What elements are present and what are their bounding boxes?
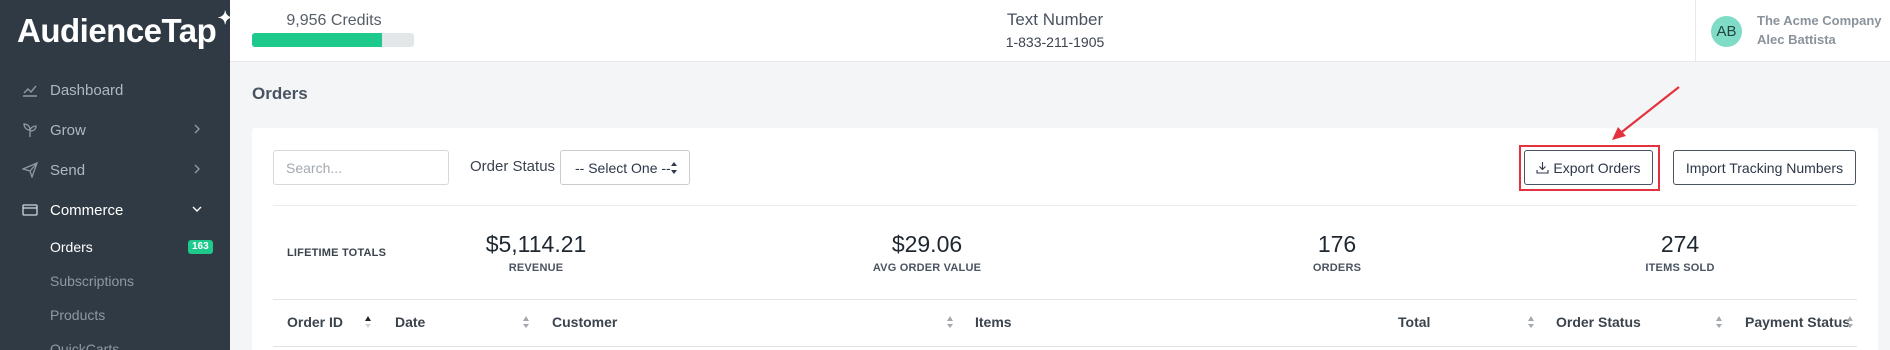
order-status-value: -- Select One -- — [575, 159, 671, 176]
account-menu[interactable]: AB The Acme Company Alec Battista — [1695, 0, 1890, 62]
page-title: Orders — [252, 84, 308, 103]
sidebar-item-label: Grow — [50, 121, 86, 139]
lifetime-totals-label: LIFETIME TOTALS — [287, 247, 387, 259]
stat-revenue: $5,114.21 REVENUE — [436, 231, 636, 274]
account-user: Alec Battista — [1757, 32, 1836, 47]
column-header-date[interactable]: Date — [395, 314, 425, 330]
sort-icon[interactable] — [1846, 315, 1854, 329]
stat-items-sold: 274 ITEMS SOLD — [1580, 231, 1780, 274]
sidebar-item-label: Subscriptions — [50, 273, 135, 289]
credits-progress-bar — [252, 33, 414, 47]
annotation-arrow — [1612, 86, 1680, 140]
sort-icon[interactable] — [946, 315, 954, 329]
orders-count-badge: 163 — [188, 240, 213, 254]
search-input[interactable] — [273, 150, 449, 185]
sidebar-item-dashboard[interactable]: Dashboard — [0, 70, 230, 110]
chevron-down-icon — [192, 206, 202, 212]
sidebar-subitem-orders[interactable]: Orders 163 — [0, 230, 230, 264]
sidebar-nav: Dashboard Grow Send Commerce Orders 163 … — [0, 70, 230, 350]
credits-widget[interactable]: 9,956 Credits — [252, 12, 416, 47]
column-header-total[interactable]: Total — [1398, 314, 1430, 330]
sort-ascending-icon[interactable] — [364, 315, 372, 329]
credits-progress-fill — [252, 33, 382, 47]
sidebar-item-label: Products — [50, 307, 106, 323]
sort-icon[interactable] — [1715, 315, 1723, 329]
divider — [273, 299, 1857, 300]
sidebar-item-label: Send — [50, 161, 86, 179]
import-tracking-button[interactable]: Import Tracking Numbers — [1673, 150, 1856, 185]
column-header-payment-status[interactable]: Payment Status — [1745, 314, 1850, 330]
column-header-order-status[interactable]: Order Status — [1556, 314, 1641, 330]
sort-icon[interactable] — [522, 315, 530, 329]
sidebar-item-label: Commerce — [50, 201, 124, 219]
stat-value: 274 — [1660, 231, 1700, 257]
column-header-order-id[interactable]: Order ID — [287, 314, 343, 330]
sidebar: AudienceTap ✦ Dashboard Grow Send Commerc… — [0, 0, 233, 350]
text-number-label: Text Number — [1006, 10, 1104, 29]
chevron-right-icon — [194, 164, 200, 174]
table-header-border — [273, 346, 1857, 347]
app-logo[interactable]: AudienceTap ✦ — [17, 8, 233, 50]
text-number-value: 1-833-211-1905 — [1005, 34, 1105, 50]
sidebar-item-send[interactable]: Send — [0, 150, 230, 190]
download-icon — [1536, 162, 1549, 174]
card-icon — [22, 204, 38, 216]
sprout-icon — [23, 123, 37, 137]
stat-label: ORDERS — [1312, 262, 1362, 274]
stat-label: ITEMS SOLD — [1645, 262, 1715, 274]
sidebar-item-commerce[interactable]: Commerce — [0, 190, 230, 230]
credits-text: 9,956 Credits — [286, 12, 382, 29]
text-number-block: Text Number 1-833-211-1905 — [960, 10, 1150, 50]
account-company: The Acme Company — [1757, 13, 1882, 28]
sidebar-item-label: Dashboard — [50, 81, 124, 99]
stat-value: $29.06 — [891, 231, 963, 257]
top-bar: 9,956 Credits Text Number 1-833-211-1905… — [230, 0, 1890, 62]
avatar: AB — [1711, 16, 1742, 47]
import-tracking-label: Import Tracking Numbers — [1685, 159, 1844, 176]
stat-label: REVENUE — [508, 262, 564, 274]
stat-value: 176 — [1317, 231, 1357, 257]
sidebar-item-label: QuickCarts — [50, 341, 120, 350]
sidebar-subitem-quickcarts[interactable]: QuickCarts — [0, 332, 230, 350]
stat-label: AVG ORDER VALUE — [872, 262, 982, 274]
sort-icon[interactable] — [1527, 315, 1535, 329]
stat-value: $5,114.21 — [485, 231, 587, 257]
export-orders-label: Export Orders — [1553, 159, 1641, 176]
select-arrows-icon — [671, 162, 677, 174]
stat-avg-order-value: $29.06 AVG ORDER VALUE — [827, 231, 1027, 274]
column-header-customer[interactable]: Customer — [552, 314, 617, 330]
paper-plane-icon — [22, 162, 38, 178]
export-orders-button[interactable]: Export Orders — [1524, 150, 1653, 185]
stat-orders: 176 ORDERS — [1237, 231, 1437, 274]
column-header-items[interactable]: Items — [975, 314, 1012, 330]
order-status-label: Order Status — [470, 158, 556, 175]
chart-line-icon — [23, 85, 37, 97]
chevron-right-icon — [194, 124, 200, 134]
sidebar-subitem-subscriptions[interactable]: Subscriptions — [0, 264, 230, 298]
divider — [273, 205, 1857, 206]
orders-card: Order Status -- Select One -- Export Ord… — [252, 128, 1878, 350]
order-status-select[interactable]: -- Select One -- — [560, 150, 690, 185]
sidebar-subitem-products[interactable]: Products — [0, 298, 230, 332]
sidebar-item-grow[interactable]: Grow — [0, 110, 230, 150]
sidebar-item-label: Orders — [50, 239, 93, 255]
